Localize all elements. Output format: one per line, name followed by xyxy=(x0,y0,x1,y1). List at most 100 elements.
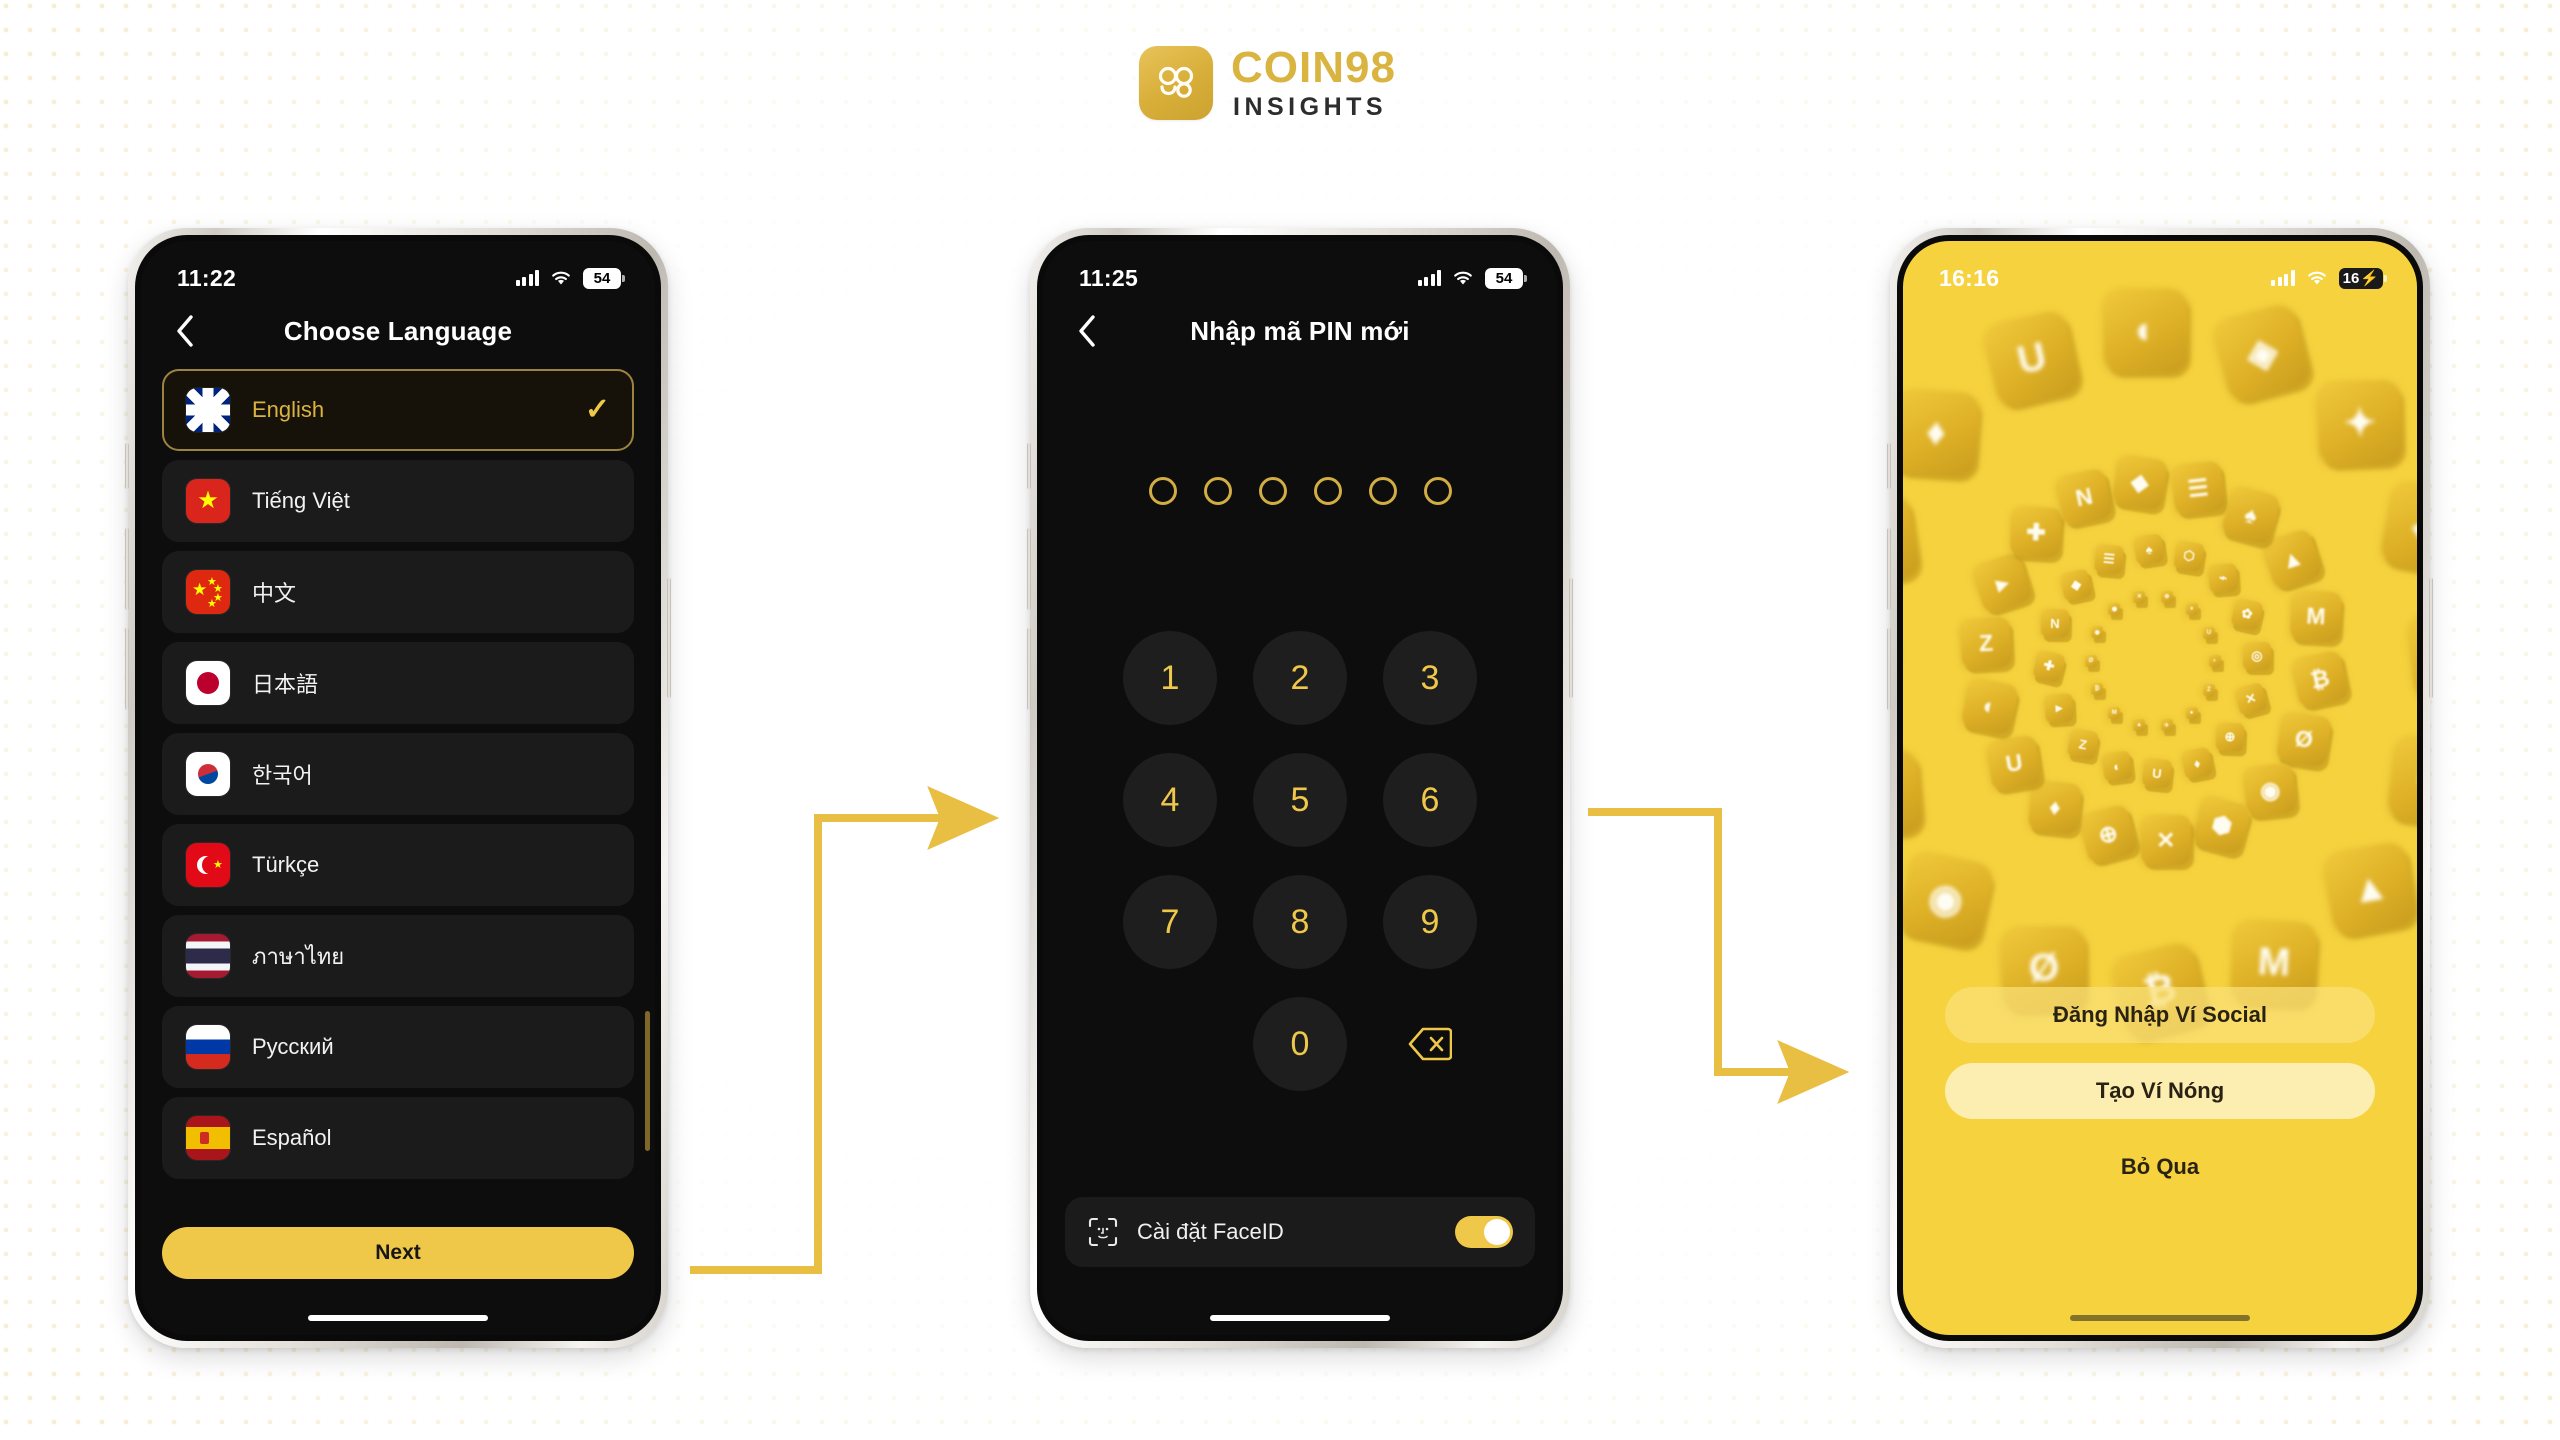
coin98-insights-logo: COIN98 INSIGHTS xyxy=(1139,46,1396,120)
language-option-1[interactable]: English ✓ xyxy=(162,369,634,451)
token-tile: ✚ xyxy=(2009,506,2062,559)
token-tile: ♦ xyxy=(2027,779,2083,835)
language-option-7[interactable]: ภาษาไทย xyxy=(162,915,634,997)
token-tile: ◉ xyxy=(2243,762,2298,818)
keypad-key-8[interactable]: 8 xyxy=(1253,875,1347,969)
token-tile: Ø xyxy=(2085,654,2097,667)
language-label: 日本語 xyxy=(252,672,319,697)
token-tile: ♦ xyxy=(2185,603,2198,616)
flag-united-kingdom-icon xyxy=(186,388,230,432)
pin-keypad[interactable]: 123 456 7890 xyxy=(1105,631,1495,1091)
language-option-8[interactable]: Русский xyxy=(162,1006,634,1088)
language-option-9[interactable]: Español xyxy=(162,1097,634,1179)
flag-japan-icon xyxy=(186,661,230,705)
power-button[interactable] xyxy=(2429,578,2433,698)
flag-turkey-icon: ★ xyxy=(186,843,230,887)
token-tile: ✈ xyxy=(2160,719,2173,732)
token-tile: ⬢ xyxy=(2191,794,2253,856)
token-tile: ▸ xyxy=(1970,551,2034,615)
token-tile: Z xyxy=(2202,683,2215,696)
keypad-key-0[interactable]: 0 xyxy=(1253,997,1347,1091)
token-tile: ◐ xyxy=(2104,289,2189,374)
token-tile: ⊕ xyxy=(1903,493,1922,590)
volume-down-button[interactable] xyxy=(1027,628,1031,710)
token-tile: U xyxy=(1985,734,2043,792)
token-tile: N xyxy=(2054,467,2114,527)
arrow-phone1-to-phone2 xyxy=(690,786,1000,1274)
language-option-4[interactable]: 日本語 xyxy=(162,642,634,724)
language-label: English xyxy=(252,397,325,422)
battery-level: 16 xyxy=(2342,269,2360,287)
token-tile: U xyxy=(1981,308,2083,410)
language-label: 中文 xyxy=(252,581,297,606)
language-option-6[interactable]: ★ Türkçe xyxy=(162,824,634,906)
token-tile: ▲ xyxy=(2133,719,2146,732)
scrollbar-thumb[interactable] xyxy=(645,1011,650,1151)
mute-switch[interactable] xyxy=(1887,443,1891,489)
coin98-logo-icon xyxy=(1139,46,1213,120)
keypad-key-6[interactable]: 6 xyxy=(1383,753,1477,847)
token-tile: Ø xyxy=(2275,710,2334,768)
wifi-icon xyxy=(1454,271,1472,285)
token-tile: ● xyxy=(2406,607,2417,700)
mute-switch[interactable] xyxy=(125,443,129,489)
keypad-key-4[interactable]: 4 xyxy=(1123,753,1217,847)
arrow-phone2-to-phone3 xyxy=(1588,808,1850,1104)
flag-russia-icon xyxy=(186,1025,230,1069)
language-option-5[interactable]: 한국어 xyxy=(162,733,634,815)
token-tile: ✦ xyxy=(2316,379,2404,467)
status-bar: 16:16 16 ⚡ xyxy=(1903,241,2417,299)
keypad-key-2[interactable]: 2 xyxy=(1253,631,1347,725)
token-tile: ☰ xyxy=(2170,460,2226,516)
phone-choose-language: 11:22 54 Choose Language English ✓ ★ Tiếng … xyxy=(125,228,671,1348)
language-label: Русский xyxy=(252,1034,334,1059)
language-list[interactable]: English ✓ ★ Tiếng Việt ★ ★ ★ ★ ★ 中文日本語 한국어 ★ Türkçe ภ… xyxy=(141,369,655,1335)
token-tile: ⊕ xyxy=(2077,803,2139,865)
volume-down-button[interactable] xyxy=(125,628,129,710)
faceid-label: Cài đặt FaceID xyxy=(1137,1219,1284,1244)
chevron-left-icon[interactable] xyxy=(1065,309,1109,353)
next-button[interactable]: Next xyxy=(162,1227,634,1279)
token-tile: ◎ xyxy=(2242,642,2271,671)
language-label: Español xyxy=(252,1125,332,1150)
wallet-button-1[interactable]: Đăng Nhập Ví Social xyxy=(1945,987,2375,1043)
token-tile: ♠ xyxy=(2132,533,2165,565)
keypad-key-1[interactable]: 1 xyxy=(1123,631,1217,725)
volume-up-button[interactable] xyxy=(1887,528,1891,610)
token-tile: ◆ xyxy=(2059,568,2093,602)
token-tile: ▲ xyxy=(2321,840,2417,938)
keypad-key-5[interactable]: 5 xyxy=(1253,753,1347,847)
token-tile: ✕ xyxy=(2140,815,2191,866)
token-tile: U xyxy=(2202,626,2215,639)
mute-switch[interactable] xyxy=(1027,443,1031,489)
power-button[interactable] xyxy=(667,578,671,698)
keypad-key-7[interactable]: 7 xyxy=(1123,875,1217,969)
wallet-action-buttons[interactable]: Đăng Nhập Ví Social Tạo Ví Nóng Bỏ Qua xyxy=(1945,987,2375,1215)
wallet-button-2[interactable]: Tạo Ví Nóng xyxy=(1945,1063,2375,1119)
phone-enter-new-pin: 11:25 54 Nhập mã PIN mới 1234567890 Cài … xyxy=(1027,228,1573,1348)
token-tile: ♦ xyxy=(2180,746,2214,779)
volume-up-button[interactable] xyxy=(1027,528,1031,610)
wallet-button-3[interactable]: Bỏ Qua xyxy=(1945,1139,2375,1195)
language-option-2[interactable]: ★ Tiếng Việt xyxy=(162,460,634,542)
flag-china-icon: ★ ★ ★ ★ ★ xyxy=(186,570,230,614)
power-button[interactable] xyxy=(1569,578,1573,698)
token-tile: ♦ xyxy=(1903,387,1982,478)
keypad-key-9[interactable]: 9 xyxy=(1383,875,1477,969)
home-indicator xyxy=(308,1315,488,1321)
keypad-spacer xyxy=(1123,997,1217,1091)
token-tile: ◉ xyxy=(1903,849,1996,950)
faceid-toggle[interactable] xyxy=(1455,1216,1513,1248)
chevron-left-icon[interactable] xyxy=(163,309,207,353)
volume-down-button[interactable] xyxy=(1887,628,1891,710)
language-option-3[interactable]: ★ ★ ★ ★ ★ 中文 xyxy=(162,551,634,633)
battery-icon: 54 xyxy=(1485,267,1527,289)
volume-up-button[interactable] xyxy=(125,528,129,610)
keypad-key-3[interactable]: 3 xyxy=(1383,631,1477,725)
flag-vietnam-icon: ★ xyxy=(186,479,230,523)
flag-thailand-icon xyxy=(186,934,230,978)
token-tile: ✿ xyxy=(2230,596,2265,631)
backspace-icon[interactable] xyxy=(1383,997,1477,1091)
faceid-setting-row[interactable]: Cài đặt FaceID xyxy=(1065,1197,1535,1267)
token-tile: ⊕ xyxy=(2160,590,2173,603)
